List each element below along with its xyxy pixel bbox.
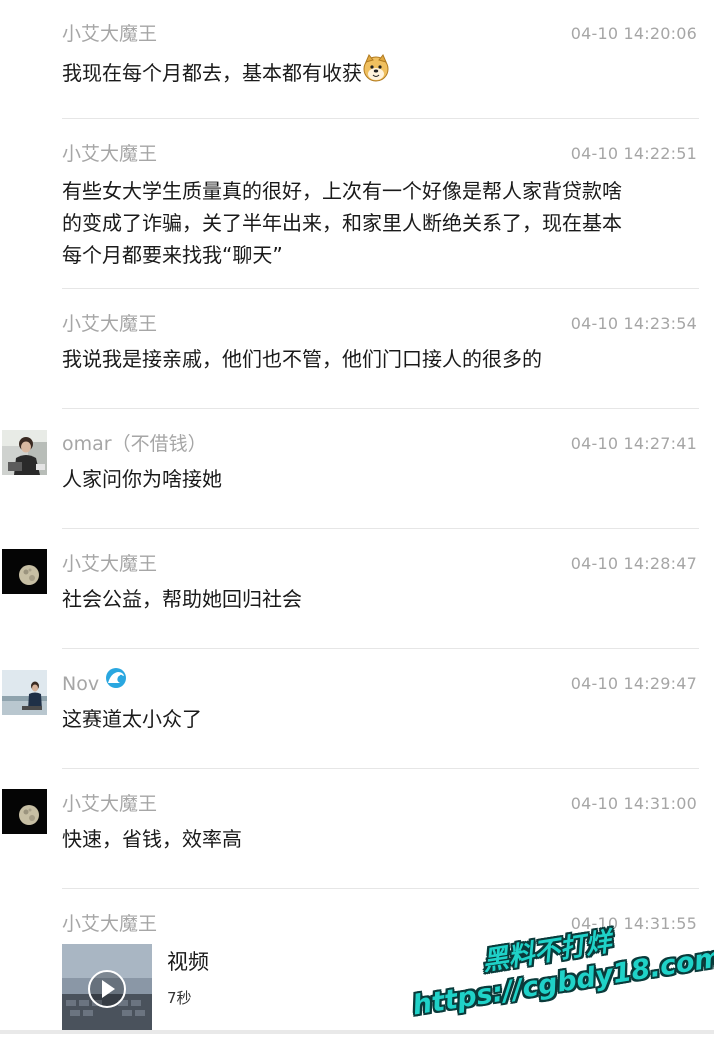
wave-badge-icon	[105, 667, 127, 698]
divider	[62, 408, 699, 409]
message-text: 人家问你为啥接她	[62, 467, 222, 491]
timestamp: 04-10 14:22:51	[570, 144, 697, 163]
message-item: Nov 04-10 14:29:47 这赛道太小众了	[0, 667, 714, 769]
moon-avatar[interactable]	[2, 789, 47, 834]
video-duration: 7秒	[167, 989, 192, 1007]
divider	[62, 528, 699, 529]
sender-name[interactable]: 小艾大魔王	[62, 549, 157, 579]
sender-name[interactable]: 小艾大魔王	[62, 309, 157, 339]
message-text: 我说我是接亲戚，他们也不管，他们门口接人的很多的	[62, 347, 542, 371]
sender-name[interactable]: 小艾大魔王	[62, 789, 157, 819]
divider	[62, 888, 699, 889]
timestamp: 04-10 14:28:47	[570, 554, 697, 573]
sender-name-text: Nov	[62, 673, 100, 695]
message-line: 的变成了诈骗，关了半年出来，和家里人断绝关系了，现在基本	[62, 211, 622, 235]
message-line: 每个月都要来找我“聊天”	[62, 243, 283, 267]
bottom-bar	[0, 1030, 714, 1034]
message-text: 快速，省钱，效率高	[62, 827, 242, 851]
video-title[interactable]: 视频	[167, 947, 209, 977]
message-item: 小艾大魔王 04-10 14:22:51 有些女大学生质量真的很好，上次有一个好…	[0, 139, 714, 289]
message-item: 小艾大魔王 04-10 14:20:06 我现在每个月都去，基本都有收获	[0, 19, 714, 119]
timestamp: 04-10 14:27:41	[570, 434, 697, 453]
man-photo-avatar[interactable]	[2, 430, 47, 475]
message-item: 小艾大魔王 04-10 14:28:47 社会公益，帮助她回归社会	[0, 549, 714, 649]
timestamp: 04-10 14:29:47	[570, 674, 697, 693]
divider	[62, 768, 699, 769]
sender-name[interactable]: 小艾大魔王	[62, 19, 157, 49]
person-photo-avatar[interactable]	[2, 670, 47, 715]
timestamp: 04-10 14:31:00	[570, 794, 697, 813]
sender-name[interactable]: Nov	[62, 667, 127, 699]
play-icon	[88, 970, 126, 1008]
timestamp: 04-10 14:23:54	[570, 314, 697, 333]
divider	[62, 648, 699, 649]
doge-emoji-icon	[362, 53, 390, 91]
moon-avatar[interactable]	[2, 549, 47, 594]
sender-name[interactable]: omar（不借钱）	[62, 429, 207, 459]
message-text: 我现在每个月都去，基本都有收获	[62, 53, 662, 91]
video-thumbnail[interactable]	[62, 944, 152, 1034]
message-text: 社会公益，帮助她回归社会	[62, 587, 302, 611]
message-line: 有些女大学生质量真的很好，上次有一个好像是帮人家背贷款啥	[62, 179, 622, 203]
sender-name[interactable]: 小艾大魔王	[62, 909, 157, 939]
timestamp: 04-10 14:20:06	[570, 24, 697, 43]
sender-name[interactable]: 小艾大魔王	[62, 139, 157, 169]
message-text: 这赛道太小众了	[62, 707, 202, 731]
message-item: 小艾大魔王 04-10 14:23:54 我说我是接亲戚，他们也不管，他们门口接…	[0, 309, 714, 409]
message-item: 小艾大魔王 04-10 14:31:00 快速，省钱，效率高	[0, 789, 714, 889]
divider	[62, 288, 699, 289]
divider	[62, 118, 699, 119]
message-text: 有些女大学生质量真的很好，上次有一个好像是帮人家背贷款啥 的变成了诈骗，关了半年…	[62, 175, 662, 271]
message-item: omar（不借钱） 04-10 14:27:41 人家问你为啥接她	[0, 429, 714, 529]
